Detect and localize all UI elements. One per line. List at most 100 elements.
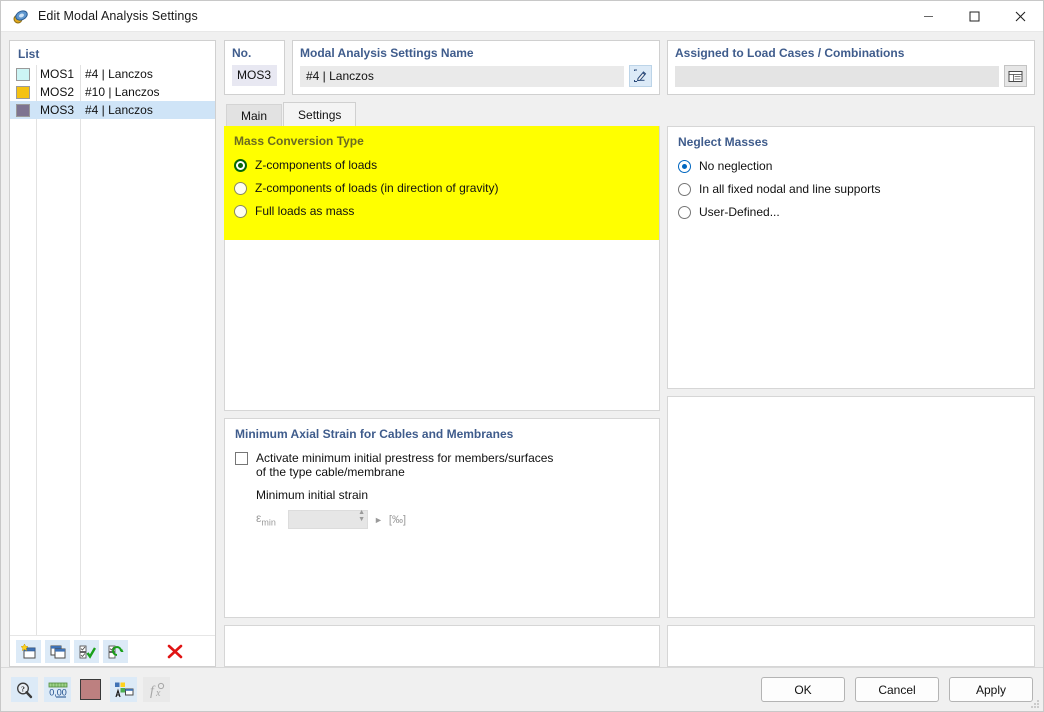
footer-actions: OK Cancel Apply xyxy=(761,677,1033,702)
min-strain-label: Minimum initial strain xyxy=(256,488,369,502)
checkbox-activate-prestress[interactable] xyxy=(235,452,248,465)
list-area[interactable]: MOS1 #4 | Lanczos MOS2 #10 | Lanczos MOS… xyxy=(10,65,215,635)
tab-content: Mass Conversion Type Z-components of loa… xyxy=(224,126,1035,667)
option-user-defined[interactable]: User-Defined... xyxy=(678,205,1024,219)
color-swatch-cell xyxy=(10,103,36,117)
min-strain-row: εmin ▲ ▼ ► [‰] xyxy=(256,509,649,529)
svg-text:x: x xyxy=(155,688,161,699)
window-title: Edit Modal Analysis Settings xyxy=(38,9,198,23)
mass-conversion-title: Mass Conversion Type xyxy=(234,134,364,148)
table-select-icon[interactable] xyxy=(1004,65,1027,87)
settings-left-column: Mass Conversion Type Z-components of loa… xyxy=(224,126,660,667)
option-full-loads-as-mass[interactable]: Full loads as mass xyxy=(234,204,649,218)
color-swatch-cell xyxy=(10,67,36,81)
name-input[interactable] xyxy=(300,65,624,87)
assigned-input[interactable] xyxy=(675,65,999,87)
option-fixed-nodal-line-supports[interactable]: In all fixed nodal and line supports xyxy=(678,182,1024,196)
copy-button[interactable] xyxy=(45,639,70,663)
neglect-masses-group: Neglect Masses No neglection In all fixe… xyxy=(667,126,1035,389)
title-bar: Edit Modal Analysis Settings xyxy=(1,1,1043,32)
color-swatch xyxy=(16,67,30,81)
radio-full-loads-as-mass[interactable] xyxy=(234,205,247,218)
right-middle-panel xyxy=(667,396,1035,618)
main-column: No. MOS3 Modal Analysis Settings Name #4… xyxy=(224,40,1035,667)
right-bottom-panel xyxy=(667,625,1035,667)
min-strain-unit: [‰] xyxy=(388,513,407,526)
cancel-button[interactable]: Cancel xyxy=(855,677,939,702)
color-swatch xyxy=(16,85,30,99)
activate-prestress-label: Activate minimum initial prestress for m… xyxy=(256,451,553,479)
new-button[interactable] xyxy=(16,639,41,663)
window-controls xyxy=(905,1,1043,32)
left-bottom-panel xyxy=(224,625,660,667)
option-label: In all fixed nodal and line supports xyxy=(699,182,881,196)
min-strain-sub: Minimum initial strain εmin ▲ ▼ ► [‰] xyxy=(256,488,649,529)
list-panel: List MOS1 #4 | Lanczos MOS2 #10 | Lanczo… xyxy=(9,40,216,667)
tab-settings[interactable]: Settings xyxy=(283,102,357,126)
minimize-button[interactable] xyxy=(905,1,951,32)
option-label: Full loads as mass xyxy=(255,204,355,218)
list-item[interactable]: MOS1 #4 | Lanczos xyxy=(10,65,215,83)
select-all-button[interactable] xyxy=(74,639,99,663)
radio-z-components-gravity[interactable] xyxy=(234,182,247,195)
assigned-field-row xyxy=(675,65,1027,87)
apply-button[interactable]: Apply xyxy=(949,677,1033,702)
list-item[interactable]: MOS2 #10 | Lanczos xyxy=(10,83,215,101)
modal-analysis-icon xyxy=(12,8,29,25)
list-column-dividers xyxy=(10,65,215,635)
option-label: No neglection xyxy=(699,159,773,173)
min-axial-strain-group: Minimum Axial Strain for Cables and Memb… xyxy=(224,418,660,618)
option-no-neglection[interactable]: No neglection xyxy=(678,159,1024,173)
svg-text:?: ? xyxy=(21,684,25,693)
assigned-label: Assigned to Load Cases / Combinations xyxy=(675,46,905,60)
color-swatch-cell xyxy=(10,85,36,99)
name-field-row xyxy=(300,65,652,87)
option-z-components-gravity[interactable]: Z-components of loads (in direction of g… xyxy=(234,181,649,195)
min-strain-input[interactable]: ▲ ▼ xyxy=(288,509,368,529)
spinner-down-icon[interactable]: ▼ xyxy=(358,516,365,527)
color-swatch xyxy=(16,103,30,117)
no-box: No. MOS3 xyxy=(224,40,285,95)
mass-conversion-group: Mass Conversion Type Z-components of loa… xyxy=(224,126,659,240)
no-value: MOS3 xyxy=(232,65,277,86)
delete-button[interactable] xyxy=(162,640,187,663)
option-z-components[interactable]: Z-components of loads xyxy=(234,158,649,172)
activate-prestress-line1: Activate minimum initial prestress for m… xyxy=(256,451,554,465)
settings-right-column: Neglect Masses No neglection In all fixe… xyxy=(667,126,1035,667)
resize-grip[interactable] xyxy=(1028,697,1040,709)
ok-button[interactable]: OK xyxy=(761,677,845,702)
assigned-box: Assigned to Load Cases / Combinations xyxy=(667,40,1035,95)
formula-fx-icon: f x xyxy=(143,677,170,702)
spinner-more-icon[interactable]: ► xyxy=(374,515,383,525)
number-format-icon[interactable]: 0,00 xyxy=(44,677,71,702)
radio-fixed-nodal-line-supports[interactable] xyxy=(678,183,691,196)
list-item-desc: #4 | Lanczos xyxy=(85,103,153,117)
tab-main[interactable]: Main xyxy=(226,104,283,126)
radio-no-neglection[interactable] xyxy=(678,160,691,173)
info-search-icon[interactable]: ? xyxy=(11,677,38,702)
dialog-body: List MOS1 #4 | Lanczos MOS2 #10 | Lanczo… xyxy=(1,32,1043,667)
neglect-masses-title: Neglect Masses xyxy=(678,135,769,149)
no-label: No. xyxy=(232,46,252,60)
radio-user-defined[interactable] xyxy=(678,206,691,219)
list-item-selected[interactable]: MOS3 #4 | Lanczos xyxy=(10,101,215,119)
invert-selection-button[interactable] xyxy=(103,639,128,663)
list-item-id: MOS1 xyxy=(40,67,75,81)
color-swatch-icon[interactable] xyxy=(77,677,104,702)
display-properties-icon[interactable] xyxy=(110,677,137,702)
pencil-edit-icon[interactable] xyxy=(629,65,652,87)
activate-prestress-line2: of the type cable/membrane xyxy=(256,465,405,479)
activate-prestress-option[interactable]: Activate minimum initial prestress for m… xyxy=(235,451,649,479)
spinner-arrows[interactable]: ▲ ▼ xyxy=(358,509,365,527)
list-item-id: MOS3 xyxy=(40,103,75,117)
tab-strip: Main Settings xyxy=(224,102,1035,126)
radio-z-components[interactable] xyxy=(234,159,247,172)
list-rows: MOS1 #4 | Lanczos MOS2 #10 | Lanczos MOS… xyxy=(10,65,215,119)
list-caption: List xyxy=(18,47,40,61)
name-label: Modal Analysis Settings Name xyxy=(300,46,474,60)
min-axial-strain-title: Minimum Axial Strain for Cables and Memb… xyxy=(235,427,514,441)
close-button[interactable] xyxy=(997,1,1043,32)
epsilon-min-label: εmin xyxy=(256,511,282,527)
name-box: Modal Analysis Settings Name xyxy=(292,40,660,95)
maximize-button[interactable] xyxy=(951,1,997,32)
